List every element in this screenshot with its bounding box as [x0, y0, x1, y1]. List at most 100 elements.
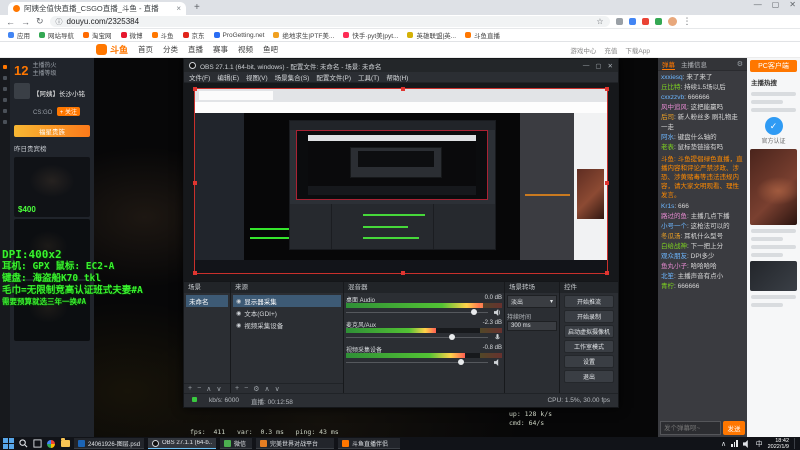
- taskbar-button-douyu-companion[interactable]: 斗鱼直播伴侣: [338, 438, 400, 449]
- show-desktop-button[interactable]: [794, 438, 797, 449]
- extension-icon[interactable]: [654, 18, 662, 25]
- noble-banner[interactable]: 福星贵族: [14, 125, 90, 137]
- rail-history-icon[interactable]: [3, 87, 7, 91]
- selection-handle[interactable]: [193, 87, 197, 91]
- taskbar-button-perfectworld[interactable]: 完美世界对战平台: [256, 438, 334, 449]
- window-maximize-button[interactable]: ▢: [772, 0, 780, 9]
- streamer-avatar[interactable]: [14, 83, 30, 99]
- scene-down-icon[interactable]: ∨: [216, 385, 221, 393]
- settings-button[interactable]: 设置: [564, 355, 614, 368]
- rail-setting-icon[interactable]: [3, 120, 7, 124]
- selection-handle[interactable]: [605, 181, 609, 185]
- chat-tab-danmu[interactable]: 弹幕: [662, 59, 675, 70]
- extension-icon[interactable]: [641, 18, 649, 25]
- volume-slider[interactable]: [346, 333, 502, 342]
- nav-category[interactable]: 分类: [163, 44, 178, 55]
- remove-source-icon[interactable]: −: [244, 385, 248, 392]
- volume-slider[interactable]: [346, 308, 502, 317]
- taskbar-search-icon[interactable]: [18, 439, 28, 449]
- nav-yuba[interactable]: 鱼吧: [263, 44, 278, 55]
- rail-game-icon[interactable]: [3, 98, 7, 102]
- bookmark-item[interactable]: 淘宝网: [83, 30, 112, 40]
- taskbar-button-wechat[interactable]: 微信: [220, 438, 252, 449]
- tab-close-icon[interactable]: ×: [176, 4, 181, 13]
- rank-label-2[interactable]: 主播等级: [32, 71, 56, 77]
- browser-tab[interactable]: 阿姨全值快直播_CSGO直播_斗鱼 - 直播 ×: [8, 2, 186, 15]
- nav-download-app[interactable]: 下载App: [625, 45, 650, 55]
- visibility-eye-icon[interactable]: ◉: [236, 298, 241, 305]
- refresh-icon[interactable]: ↻: [36, 16, 44, 27]
- speaker-icon[interactable]: [494, 309, 501, 316]
- studio-mode-button[interactable]: 工作室模式: [564, 340, 614, 353]
- add-scene-icon[interactable]: +: [188, 385, 192, 392]
- bookmark-star-icon[interactable]: ☆: [596, 17, 603, 26]
- chrome-taskbar-icon[interactable]: [46, 439, 56, 449]
- remove-scene-icon[interactable]: −: [197, 385, 201, 392]
- nav-home[interactable]: 首页: [138, 44, 153, 55]
- microphone-icon[interactable]: [494, 334, 501, 341]
- volume-slider[interactable]: [346, 358, 502, 367]
- source-down-icon[interactable]: ∨: [275, 385, 280, 393]
- exit-button[interactable]: 退出: [564, 370, 614, 383]
- window-close-button[interactable]: ✕: [789, 0, 796, 9]
- start-button[interactable]: [3, 438, 14, 449]
- bookmark-item[interactable]: 绝地求生|PTF美...: [273, 30, 334, 40]
- virtual-camera-button[interactable]: 启动虚拟摄像机: [564, 325, 614, 338]
- bookmark-item[interactable]: 应用: [8, 30, 30, 40]
- selection-handle[interactable]: [401, 87, 405, 91]
- selection-handle[interactable]: [193, 181, 197, 185]
- selection-handle[interactable]: [605, 271, 609, 275]
- rail-home-icon[interactable]: [3, 65, 7, 69]
- bookmark-item[interactable]: 斗鱼直播: [465, 30, 500, 40]
- new-tab-button[interactable]: +: [194, 2, 200, 13]
- volume-icon[interactable]: [742, 439, 751, 448]
- extension-icon[interactable]: [628, 18, 636, 25]
- bookmark-item[interactable]: 微博: [120, 30, 143, 40]
- selection-handle[interactable]: [193, 271, 197, 275]
- ime-indicator[interactable]: 中: [756, 439, 763, 449]
- visibility-eye-icon[interactable]: ◉: [236, 322, 241, 329]
- source-properties-icon[interactable]: ⚙: [253, 385, 259, 393]
- transition-select[interactable]: 淡出 ▾: [507, 295, 557, 308]
- visibility-eye-icon[interactable]: ◉: [236, 310, 241, 317]
- nav-video[interactable]: 视频: [238, 44, 253, 55]
- selection-handle[interactable]: [401, 271, 405, 275]
- source-item[interactable]: ◉ 显示器采集: [233, 295, 341, 307]
- window-minimize-button[interactable]: —: [754, 0, 762, 9]
- nav-live[interactable]: 直播: [188, 44, 203, 55]
- source-item[interactable]: ◉ 文本(GDI+): [233, 307, 341, 319]
- address-bar[interactable]: ⓘ douyu.com/2325384 ☆: [49, 16, 610, 27]
- browser-menu-icon[interactable]: ⋮: [683, 16, 692, 27]
- forward-icon[interactable]: →: [21, 17, 30, 27]
- item-card[interactable]: $400: [14, 157, 90, 217]
- taskbar-button-psd[interactable]: 24061926-图层.psd: [74, 438, 144, 449]
- tray-expand-icon[interactable]: ∧: [721, 440, 726, 448]
- nav-esports[interactable]: 赛事: [213, 44, 228, 55]
- back-icon[interactable]: ←: [6, 17, 15, 27]
- scene-up-icon[interactable]: ∧: [206, 385, 211, 393]
- task-view-icon[interactable]: [32, 439, 42, 449]
- source-item[interactable]: ◉ 视频采集设备: [233, 319, 341, 331]
- source-up-icon[interactable]: ∧: [264, 385, 269, 393]
- recommend-thumbnail[interactable]: [750, 261, 797, 291]
- extension-icon[interactable]: [615, 18, 623, 25]
- follow-button[interactable]: + 关注: [56, 107, 80, 116]
- verified-badge-icon[interactable]: ✓: [764, 117, 783, 135]
- rail-follow-icon[interactable]: [3, 76, 7, 80]
- nav-recharge[interactable]: 充值: [604, 45, 617, 55]
- pc-client-button[interactable]: PC客户端: [750, 60, 797, 72]
- bookmark-item[interactable]: 京东: [182, 30, 205, 40]
- chat-tab-info[interactable]: 主播信息: [681, 59, 707, 69]
- camera-preview-thumbnail[interactable]: [750, 149, 797, 225]
- selection-handle[interactable]: [605, 87, 609, 91]
- start-streaming-button[interactable]: 开始推流: [564, 295, 614, 308]
- rank-label-1[interactable]: 主播热火: [32, 63, 56, 69]
- scene-item[interactable]: 未命名: [186, 295, 228, 307]
- speaker-icon[interactable]: [494, 359, 501, 366]
- start-recording-button[interactable]: 开始录制: [564, 310, 614, 323]
- bookmark-item[interactable]: 网站导航: [39, 30, 74, 40]
- add-source-icon[interactable]: +: [235, 385, 239, 392]
- site-info-icon[interactable]: ⓘ: [56, 17, 63, 27]
- transition-duration-input[interactable]: 300 ms: [507, 321, 557, 331]
- taskbar-clock[interactable]: 18:42 2022/1/9: [768, 438, 789, 450]
